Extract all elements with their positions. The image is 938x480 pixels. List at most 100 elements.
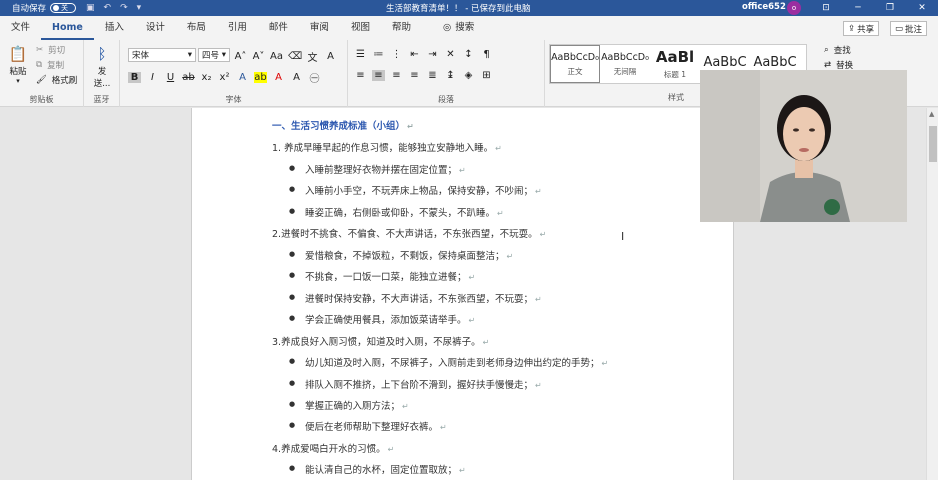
font-size-combo[interactable]: 四号 ▾ (198, 48, 230, 62)
phonetic-guide-icon[interactable]: 文 (306, 49, 319, 64)
close-icon[interactable]: ✕ (906, 0, 938, 16)
paragraph-group-label: 段落 (438, 95, 454, 104)
numbered-item: 4.养成爱喝白开水的习惯。 ↵ (272, 441, 394, 455)
shrink-font-icon[interactable]: A˅ (252, 51, 265, 62)
shading-icon[interactable]: ◈ (462, 70, 475, 81)
share-button[interactable]: ⇪ 共享 (843, 21, 880, 36)
borders-icon[interactable]: ⊞ (480, 70, 493, 81)
undo-icon[interactable]: ↶ (104, 3, 112, 13)
tab-review[interactable]: 审阅 (299, 16, 340, 40)
bullets-icon[interactable]: ☰ (354, 49, 367, 60)
item-text: 幼儿知道及时入厕，不尿裤子，入厕前走到老师身边伸出约定的手势； (305, 358, 600, 369)
font-name-combo[interactable]: 宋体 ▾ (128, 48, 196, 62)
autosave[interactable]: 自动保存 关 (12, 2, 77, 14)
tab-insert[interactable]: 插入 (94, 16, 135, 40)
bullet-item: 入睡前整理好衣物并摆在固定位置；↵ (289, 162, 466, 176)
underline-icon[interactable]: U (164, 72, 177, 83)
character-border-icon[interactable]: A (324, 51, 337, 62)
customize-qat-icon[interactable]: ▾ (137, 3, 142, 13)
clear-formatting-icon[interactable]: ⌫ (288, 51, 302, 62)
paragraph-mark: ↵ (387, 445, 395, 454)
item-text: 排队入厕不推挤，上下台阶不滑到，握好扶手慢慢走； (305, 380, 534, 391)
bullet-item: 排队入厕不推挤，上下台阶不滑到，握好扶手慢慢走；↵ (289, 377, 542, 391)
style-heading-1[interactable]: AaBl 标题 1 (650, 45, 700, 83)
tab-file[interactable]: 文件 (0, 16, 41, 40)
paragraph-mark: ↵ (440, 423, 447, 432)
style-no-spacing[interactable]: AaBbCcD₀ 无间隔 (600, 45, 650, 83)
comments-button[interactable]: ▭ 批注 (890, 21, 928, 36)
font-size-value: 四号 (202, 51, 220, 61)
superscript-icon[interactable]: x² (218, 72, 231, 83)
save-icon[interactable]: ▣ (86, 3, 95, 13)
magnifier-icon: ⌕ (824, 45, 829, 55)
enclose-characters-icon[interactable]: ㊀ (308, 70, 321, 85)
numbering-icon[interactable]: ≔ (372, 49, 385, 60)
style-sample: AaBbCcD₀ (601, 51, 649, 63)
cut-label: 剪切 (48, 46, 66, 56)
decrease-indent-icon[interactable]: ⇤ (408, 49, 421, 60)
bullet-item: 睡姿正确，右侧卧或仰卧，不蒙头，不趴睡。↵ (289, 205, 504, 219)
align-center-icon[interactable]: ≡ (372, 70, 385, 81)
comment-icon: ▭ (895, 23, 904, 34)
numbered-item: 2.进餐时不挑食、不偏食、不大声讲话，不东张西望，不玩耍。 ↵ (272, 226, 546, 240)
tab-design[interactable]: 设计 (135, 16, 176, 40)
autosave-toggle[interactable]: 关 (50, 3, 77, 13)
text-cursor-icon: I (621, 230, 625, 243)
search-box[interactable]: ◎ 搜索 (432, 16, 485, 40)
scroll-up-icon[interactable]: ▲ (929, 110, 934, 118)
style-normal[interactable]: AaBbCcD₀ 正文 (550, 45, 600, 83)
tab-home[interactable]: Home (41, 16, 94, 40)
redo-icon[interactable]: ↷ (120, 3, 128, 13)
cut-button[interactable]: ✂ 剪切 (36, 44, 65, 56)
document-page[interactable]: 一、生活习惯养成标准（小组） ↵ 1. 养成早睡早起的作息习惯，能够独立安静地入睡… (191, 108, 734, 480)
bluetooth-send-button[interactable]: ᛒ 发 送... (91, 43, 113, 89)
multilevel-list-icon[interactable]: ⋮ (390, 49, 403, 60)
style-sample: AaBbC (703, 55, 747, 70)
ribbon-display-icon[interactable]: ⊡ (810, 0, 842, 16)
strikethrough-icon[interactable]: ab (182, 72, 195, 83)
style-sample: AaBbCcD₀ (551, 51, 599, 63)
increase-indent-icon[interactable]: ⇥ (426, 49, 439, 60)
format-painter-button[interactable]: 🖌 格式刷 (36, 74, 77, 86)
tab-mailings[interactable]: 邮件 (258, 16, 299, 40)
subscript-icon[interactable]: x₂ (200, 72, 213, 83)
paragraph-mark: ↵ (535, 295, 542, 304)
italic-icon[interactable]: I (146, 72, 159, 83)
restore-icon[interactable]: ❐ (874, 0, 906, 16)
copy-icon: ⧉ (36, 60, 43, 70)
share-icon: ⇪ (848, 23, 856, 34)
show-marks-icon[interactable]: ¶ (480, 49, 493, 60)
avatar[interactable]: o (787, 1, 801, 15)
user-name[interactable]: office652 (742, 2, 786, 12)
font-color-icon[interactable]: A (272, 72, 285, 83)
tab-references[interactable]: 引用 (217, 16, 258, 40)
tab-layout[interactable]: 布局 (176, 16, 217, 40)
paragraph-mark: ↵ (482, 338, 490, 347)
justify-icon[interactable]: ≡ (408, 70, 421, 81)
minimize-icon[interactable]: ─ (842, 0, 874, 16)
line-spacing-icon[interactable]: ↨ (444, 70, 457, 81)
change-case-icon[interactable]: Aa (270, 51, 283, 62)
title-bar: 自动保存 关 ▣ ↶ ↷ ▾ 生活部教育清单！！ - 已保存到此电脑 offic… (0, 0, 938, 16)
distributed-icon[interactable]: ≣ (426, 70, 439, 81)
highlight-icon[interactable]: ab (254, 72, 267, 83)
paste-button[interactable]: 📋 粘贴 ▾ (7, 43, 29, 85)
character-shading-icon[interactable]: A (290, 72, 303, 83)
asian-layout-icon[interactable]: ✕ (444, 49, 457, 60)
sort-icon[interactable]: ↕ (462, 49, 475, 60)
vertical-scrollbar[interactable]: ▲ (926, 108, 938, 480)
scissors-icon: ✂ (36, 45, 44, 55)
align-left-icon[interactable]: ≡ (354, 70, 367, 81)
toggle-knob (53, 5, 60, 11)
find-button[interactable]: ⌕ 查找 (824, 44, 851, 56)
bold-icon[interactable]: B (128, 72, 141, 83)
align-right-icon[interactable]: ≡ (390, 70, 403, 81)
scroll-thumb[interactable] (929, 126, 937, 162)
tab-help[interactable]: 帮助 (381, 16, 422, 40)
grow-font-icon[interactable]: A˄ (234, 51, 247, 62)
text-effects-icon[interactable]: A (236, 72, 249, 83)
webcam-video (700, 70, 907, 222)
tab-view[interactable]: 视图 (340, 16, 381, 40)
style-sample: AaBbC (753, 55, 797, 70)
copy-button[interactable]: ⧉ 复制 (36, 59, 64, 71)
